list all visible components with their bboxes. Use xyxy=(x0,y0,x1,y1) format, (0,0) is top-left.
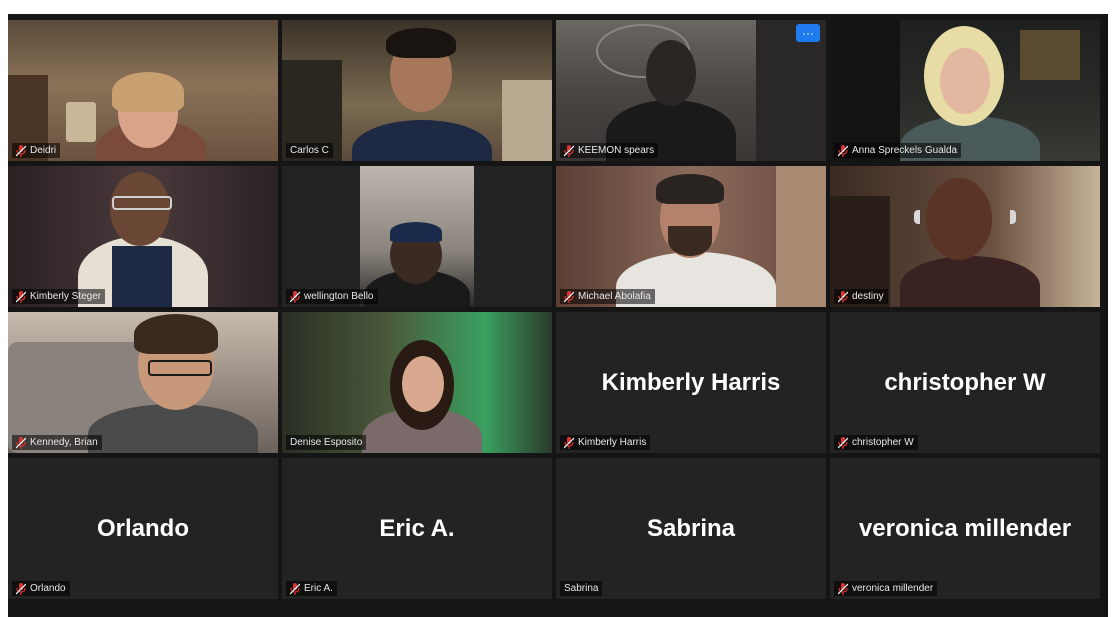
participant-tile[interactable]: wellington Bello xyxy=(282,166,552,307)
participant-display-name: christopher W xyxy=(884,368,1046,396)
participant-name-label: KEEMON spears xyxy=(560,143,659,158)
participant-tile[interactable]: Carlos C xyxy=(282,20,552,161)
participant-name-label: Michael Abolafia xyxy=(560,289,655,304)
participant-name: Anna Spreckels Gualda xyxy=(852,145,958,156)
participant-name: Carlos C xyxy=(290,145,329,156)
video-feed xyxy=(830,166,1100,307)
muted-mic-icon xyxy=(838,436,848,449)
participant-tile[interactable]: Kimberly Harris Kimberly Harris xyxy=(556,312,826,453)
participant-name: Sabrina xyxy=(564,583,599,594)
participant-name-label: Kimberly Harris xyxy=(560,435,651,450)
muted-mic-icon xyxy=(838,290,848,303)
participant-name-label: Deidri xyxy=(12,143,61,158)
participant-name-label: veronica millender xyxy=(834,581,938,596)
participant-display-name: Kimberly Harris xyxy=(601,368,781,396)
muted-mic-icon xyxy=(564,290,574,303)
muted-mic-icon xyxy=(290,290,300,303)
muted-mic-icon xyxy=(838,144,848,157)
participant-name: Eric A. xyxy=(304,583,333,594)
participant-name-label: destiny xyxy=(834,289,888,304)
participant-tile[interactable]: Sabrina Sabrina xyxy=(556,458,826,599)
muted-mic-icon xyxy=(564,436,574,449)
participant-display-name: Eric A. xyxy=(379,514,455,542)
participant-tile[interactable]: Eric A. Eric A. xyxy=(282,458,552,599)
participant-name-label: wellington Bello xyxy=(286,289,378,304)
video-feed xyxy=(282,312,552,453)
participant-name: destiny xyxy=(852,291,884,302)
participant-name: Kennedy, Brian xyxy=(30,437,98,448)
participant-name: Kimberly Steger xyxy=(30,291,102,302)
participant-name: KEEMON spears xyxy=(578,145,655,156)
participant-name: Orlando xyxy=(30,583,66,594)
participant-tile-active-speaker[interactable]: Denise Esposito xyxy=(282,312,552,453)
muted-mic-icon xyxy=(290,582,300,595)
participant-tile[interactable]: Michael Abolafia xyxy=(556,166,826,307)
participant-name: veronica millender xyxy=(852,583,934,594)
participant-display-name: veronica millender xyxy=(858,514,1072,542)
participant-tile[interactable]: christopher W christopher W xyxy=(830,312,1100,453)
video-feed xyxy=(8,20,278,161)
participant-tile[interactable]: Deidri xyxy=(8,20,278,161)
participant-name-label: Sabrina xyxy=(560,581,603,596)
participant-name: Michael Abolafia xyxy=(578,291,651,302)
participant-tile[interactable]: Kimberly Steger xyxy=(8,166,278,307)
participant-name-label: Carlos C xyxy=(286,143,333,158)
participant-name-label: christopher W xyxy=(834,435,918,450)
participant-name-label: Orlando xyxy=(12,581,70,596)
participant-tile[interactable]: Anna Spreckels Gualda xyxy=(830,20,1100,161)
muted-mic-icon xyxy=(16,290,26,303)
more-options-button[interactable]: ··· xyxy=(796,24,820,42)
muted-mic-icon xyxy=(16,144,26,157)
participant-name: Denise Esposito xyxy=(290,437,363,448)
participant-tile[interactable]: ··· KEEMON spears xyxy=(556,20,826,161)
participant-tile[interactable]: destiny xyxy=(830,166,1100,307)
muted-mic-icon xyxy=(838,582,848,595)
participant-name-label: Denise Esposito xyxy=(286,435,367,450)
participant-name: christopher W xyxy=(852,437,914,448)
video-feed xyxy=(830,20,1100,161)
participant-tile[interactable]: veronica millender veronica millender xyxy=(830,458,1100,599)
participant-tile[interactable]: Kennedy, Brian xyxy=(8,312,278,453)
video-feed xyxy=(556,166,826,307)
participant-name: Deidri xyxy=(30,145,57,156)
participant-tile[interactable]: Orlando Orlando xyxy=(8,458,278,599)
participant-name: wellington Bello xyxy=(304,291,374,302)
video-feed xyxy=(282,20,552,161)
video-feed xyxy=(556,20,826,161)
participant-name-label: Kimberly Steger xyxy=(12,289,106,304)
video-feed xyxy=(360,166,474,307)
muted-mic-icon xyxy=(564,144,574,157)
video-feed xyxy=(8,166,278,307)
participant-name-label: Eric A. xyxy=(286,581,337,596)
muted-mic-icon xyxy=(16,436,26,449)
gallery-grid: Deidri Carlos C ··· KEEMON spears Anna S… xyxy=(8,20,1100,599)
participant-display-name: Orlando xyxy=(96,514,189,542)
participant-display-name: Sabrina xyxy=(646,514,736,542)
muted-mic-icon xyxy=(16,582,26,595)
participant-name-label: Kennedy, Brian xyxy=(12,435,102,450)
participant-name-label: Anna Spreckels Gualda xyxy=(834,143,962,158)
participant-name: Kimberly Harris xyxy=(578,437,647,448)
video-feed xyxy=(8,312,278,453)
